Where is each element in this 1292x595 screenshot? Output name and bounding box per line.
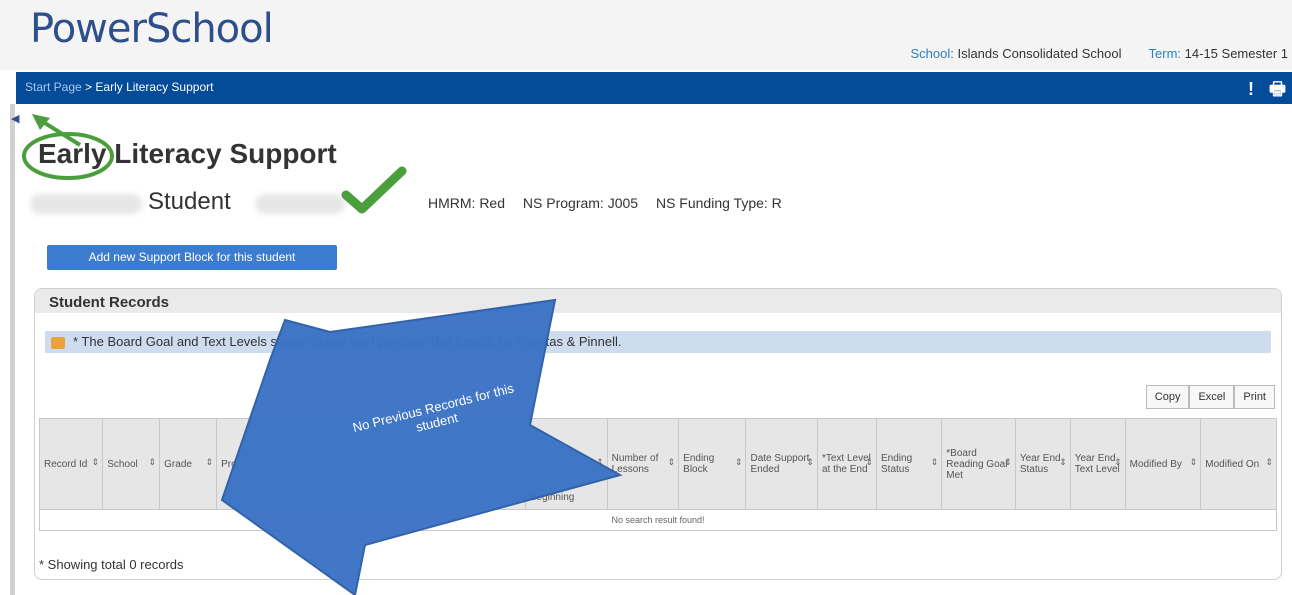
col-date-support-ended[interactable]: Date Support Ended ⇕ [745,418,818,510]
breadcrumb-bar: Start Page > Early Literacy Support ! 🖶 [16,72,1292,104]
col-year-end-text-level[interactable]: Year End Text Level ⇕ [1069,418,1126,510]
breadcrumb-current: Early Literacy Support [95,80,214,94]
hmrm-value: HMRM: Red [428,195,506,211]
print-button[interactable]: Print [1234,385,1275,409]
info-icon [51,336,65,349]
powerschool-logo[interactable]: PowerSchool [30,6,274,52]
expand-sidebar-icon[interactable]: ◀ [11,112,19,125]
redacted-first-name [30,194,142,214]
col-ending-block[interactable]: Ending Block ⇕ [678,418,747,510]
col-ending-status[interactable]: Ending Status ⇕ [876,418,943,510]
col-school[interactable]: School ⇕ [102,418,161,510]
checkmark-icon [341,166,407,214]
col-number-of-lessons[interactable]: Number of Lessons ⇕ [606,418,680,510]
table-export-buttons: Copy Excel Print [1145,385,1275,409]
ns-funding-value: NS Funding Type: R [655,195,782,211]
panel-header: Student Records [35,289,1281,313]
alert-icon[interactable]: ! [1248,79,1254,99]
records-count: * Showing total 0 records [39,557,184,572]
copy-button[interactable]: Copy [1145,385,1190,409]
table-header-row: Record Id ⇕ School ⇕ Grade ⇕ Pro Beginning ⇕… [38,418,1277,510]
info-notice: * The Board Goal and Text Levels shown b… [45,331,1271,353]
excel-button[interactable]: Excel [1189,385,1235,409]
col-beginning[interactable]: Beginning ⇕ [524,418,608,510]
school-value[interactable]: Islands Consolidated School [957,46,1121,61]
col-modified-on[interactable]: Modified On ⇕ [1200,418,1277,510]
term-value[interactable]: 14-15 Semester 1 [1185,46,1288,61]
student-program-info: HMRM: Red NS Program: J005 NS Funding Ty… [428,195,796,211]
empty-message: No search result found! [39,509,1277,531]
breadcrumb: Start Page > Early Literacy Support [25,80,213,94]
col-program[interactable]: Pro [216,418,268,510]
redacted-last-name [255,194,345,214]
notice-text: * The Board Goal and Text Levels shown b… [73,334,622,349]
panel-title: Student Records [49,294,170,311]
col-modified-by[interactable]: Modified By ⇕ [1124,418,1202,510]
school-label: School: [910,46,954,61]
highlight-arrow-head [32,114,50,130]
breadcrumb-separator: > [85,80,93,94]
col-board-reading-goal[interactable]: *Board Reading Goal Met ⇕ [941,418,1016,510]
student-records-panel: Student Records * The Board Goal and Tex… [34,288,1282,580]
print-icon[interactable]: 🖶 [1269,79,1286,99]
add-support-block-button[interactable]: Add new Support Block for this student [47,245,337,270]
nav-icons: ! 🖶 [1238,77,1286,107]
col-record-id[interactable]: Record Id ⇕ [38,418,104,510]
col-grade[interactable]: Grade ⇕ [159,418,218,510]
ns-program-value: NS Program: J005 [522,195,639,211]
table-row: No search result found! [39,509,1277,531]
page-title: Early Literacy Support [38,138,337,169]
school-term-info: School: Islands Consolidated School Term… [910,46,1288,61]
col-year-end-status[interactable]: Year End Status ⇕ [1014,418,1071,510]
records-table: Record Id ⇕ School ⇕ Grade ⇕ Pro Beginning ⇕… [38,418,1277,531]
breadcrumb-start-page[interactable]: Start Page [25,80,82,94]
sidebar-collapsed-strip [10,104,15,595]
term-label: Term: [1148,46,1182,61]
student-name: Student [148,188,231,215]
app-header: PowerSchool School: Islands Consolidated… [0,0,1292,70]
col-text-level-end[interactable]: *Text Level at the End ⇕ [816,418,878,510]
